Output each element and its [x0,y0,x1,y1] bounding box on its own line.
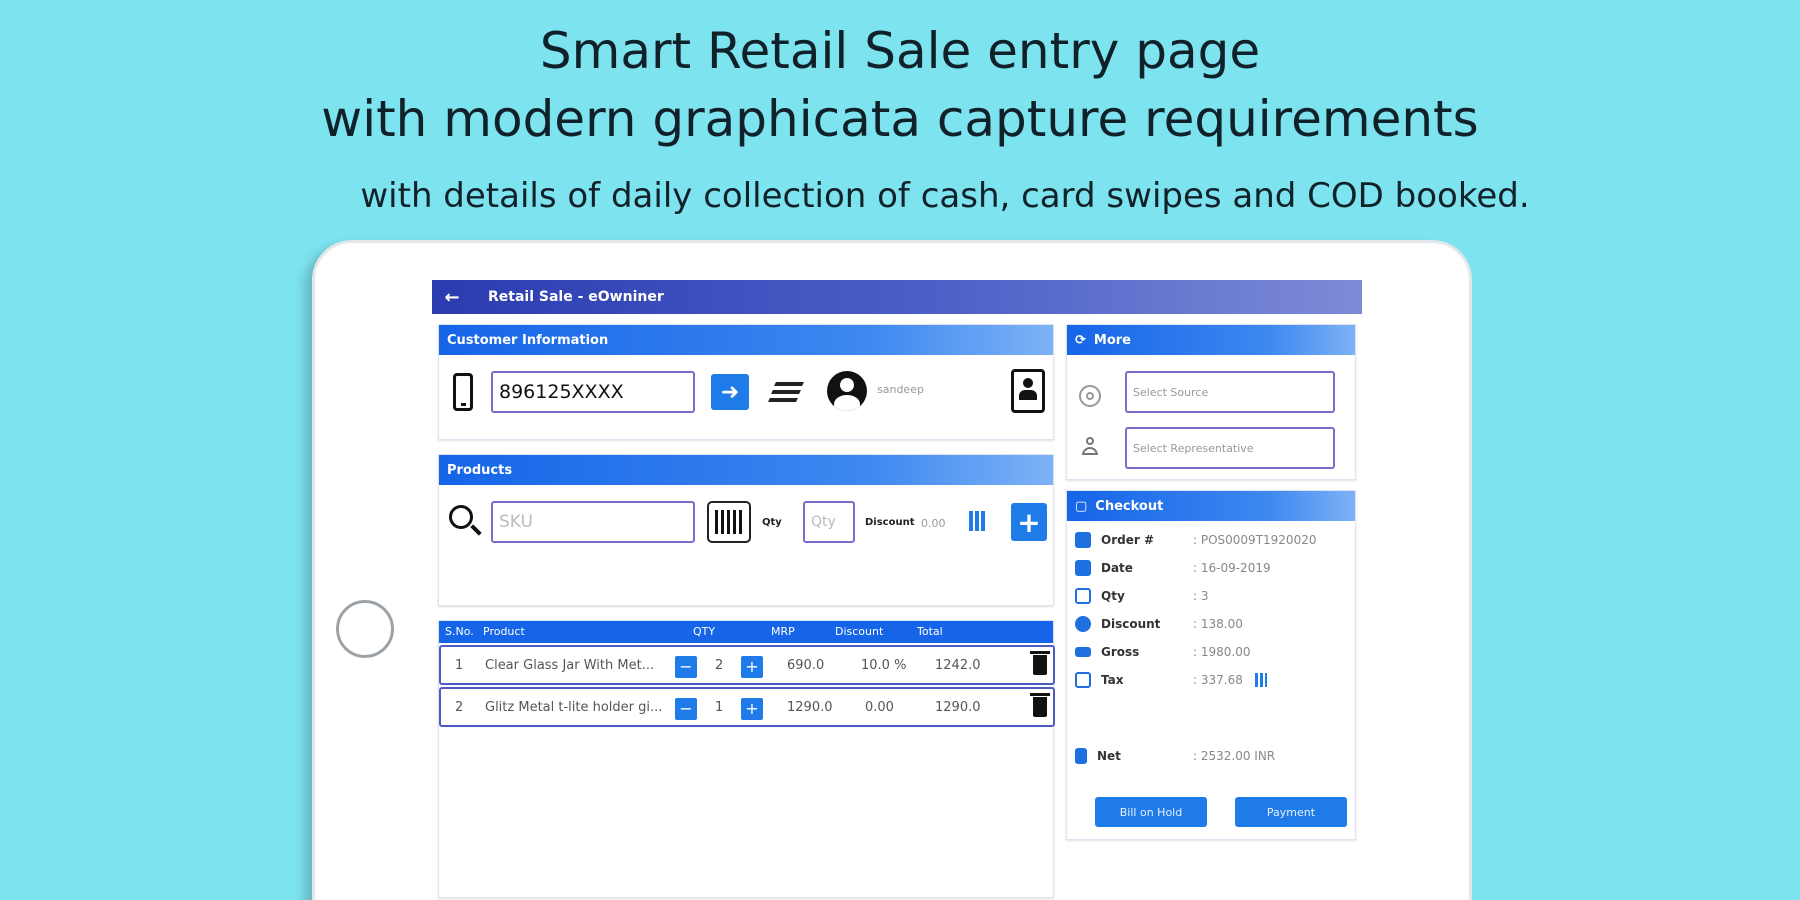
row-qty: 1 [715,700,724,715]
customer-panel: Customer Information 896125XXXX ➜ sandee… [438,324,1054,440]
arrow-right-icon[interactable]: ➜ [711,374,749,410]
col-mrp: MRP [771,625,795,638]
delete-icon[interactable] [1030,693,1050,717]
checkout-row-discount: Discount : 138.00 [1075,613,1351,635]
date-label: Date [1101,561,1133,575]
discount-label: Discount [865,517,915,528]
tax-label: Tax [1101,673,1124,687]
row-discount: 10.0 % [861,658,907,673]
checkout-row-gross: Gross : 1980.00 [1075,641,1351,663]
net-label: Net [1097,749,1121,763]
bag-icon [1075,532,1091,548]
headline-line-3: with details of daily collection of cash… [360,176,1530,216]
representative-select[interactable]: Select Representative [1125,427,1335,469]
products-panel: Products SKU Qty Qty Discount 0.00 + [438,454,1054,606]
checkout-row-tax: Tax : 337.68 [1075,669,1351,691]
row-mrp: 690.0 [787,658,825,673]
date-value: : 16-09-2019 [1193,561,1271,575]
row-mrp: 1290.0 [787,700,833,715]
barcode-scan-icon[interactable] [707,501,751,543]
qty-input[interactable]: Qty [803,501,855,543]
decrease-qty-button[interactable]: − [675,698,697,720]
checkout-header-label: Checkout [1095,498,1164,514]
calendar-icon [1075,560,1091,576]
col-total: Total [917,625,943,638]
source-icon [1079,385,1101,407]
calculator-icon[interactable] [969,511,985,531]
tax-receipt-icon [1075,672,1091,688]
more-panel: ⟳ More Select Source Select Representati… [1066,324,1356,480]
payment-button[interactable]: Payment [1235,797,1347,827]
qty-label-checkout: Qty [1101,589,1125,603]
row-sno: 1 [455,658,464,673]
col-product: Product [483,625,525,638]
product-table: S.No. Product QTY MRP Discount Total 1 C… [438,620,1055,898]
add-product-button[interactable]: + [1011,503,1047,541]
discount-value-checkout: : 138.00 [1193,617,1243,631]
col-sno: S.No. [445,625,474,638]
back-arrow-icon[interactable]: ← [432,287,472,308]
app-title: Retail Sale - eOwniner [488,289,664,305]
discount-value: 0.00 [921,517,946,530]
bill-on-hold-button[interactable]: Bill on Hold [1095,797,1207,827]
more-header-label: More [1093,332,1132,348]
headline-line-2: with modern graphicata capture requireme… [321,90,1479,148]
sku-input[interactable]: SKU [491,501,695,543]
increase-qty-button[interactable]: + [741,656,763,678]
source-select[interactable]: Select Source [1125,371,1335,413]
discount-icon [1075,616,1091,632]
user-avatar-icon[interactable] [827,371,867,411]
order-value: : POS0009T1920020 [1193,533,1317,547]
refresh-icon: ⟳ [1075,332,1086,348]
checkout-row-qty: Qty : 3 [1075,585,1351,607]
list-lines-icon[interactable] [768,380,805,404]
phone-number-input[interactable]: 896125XXXX [491,371,695,413]
row-total: 1242.0 [935,658,981,673]
row-sno: 2 [455,700,464,715]
representative-icon [1081,437,1099,455]
more-panel-header: ⟳ More [1067,325,1355,355]
checkout-row-date: Date : 16-09-2019 [1075,557,1351,579]
tax-calculator-icon[interactable] [1254,673,1267,687]
checkout-icon: ▢ [1075,498,1088,514]
mobile-phone-icon [453,373,473,411]
row-discount: 0.00 [865,700,894,715]
net-value: : 2532.00 INR [1193,749,1276,763]
row-qty: 2 [715,658,724,673]
row-total: 1290.0 [935,700,981,715]
headline-line-1: Smart Retail Sale entry page [539,22,1261,80]
row-product: Clear Glass Jar With Met... [485,658,655,673]
customer-panel-header: Customer Information [439,325,1053,355]
qty-label: Qty [762,517,782,528]
row-product: Glitz Metal t-lite holder gi... [485,700,663,715]
checkout-row-net: Net : 2532.00 INR [1075,745,1351,767]
document-icon [1075,748,1087,764]
cart-icon [1075,588,1091,604]
app-screen: ← Retail Sale - eOwniner Customer Inform… [432,280,1362,900]
decrease-qty-button[interactable]: − [675,656,697,678]
increase-qty-button[interactable]: + [741,698,763,720]
delete-icon[interactable] [1030,651,1050,675]
contact-card-icon[interactable] [1011,369,1045,413]
order-label: Order # [1101,533,1154,547]
discount-label-checkout: Discount [1101,617,1161,631]
money-icon [1075,647,1091,657]
table-row[interactable]: 1 Clear Glass Jar With Met... − 2 + 690.… [439,645,1055,685]
qty-value: : 3 [1193,589,1209,603]
checkout-row-order: Order # : POS0009T1920020 [1075,529,1351,551]
checkout-panel-header: ▢ Checkout [1067,491,1355,521]
tax-value: : 337.68 [1193,673,1243,687]
products-panel-header: Products [439,455,1053,485]
table-row[interactable]: 2 Glitz Metal t-lite holder gi... − 1 + … [439,687,1055,727]
gross-value: : 1980.00 [1193,645,1251,659]
search-icon[interactable] [449,505,482,536]
tablet-home-button [336,600,394,658]
table-header: S.No. Product QTY MRP Discount Total [439,621,1053,643]
gross-label: Gross [1101,645,1140,659]
col-discount: Discount [835,625,884,638]
app-bar: ← Retail Sale - eOwniner [432,280,1362,314]
checkout-panel: ▢ Checkout Order # : POS0009T1920020 Dat… [1066,490,1356,840]
col-qty: QTY [693,625,716,638]
customer-name: sandeep [877,383,924,396]
